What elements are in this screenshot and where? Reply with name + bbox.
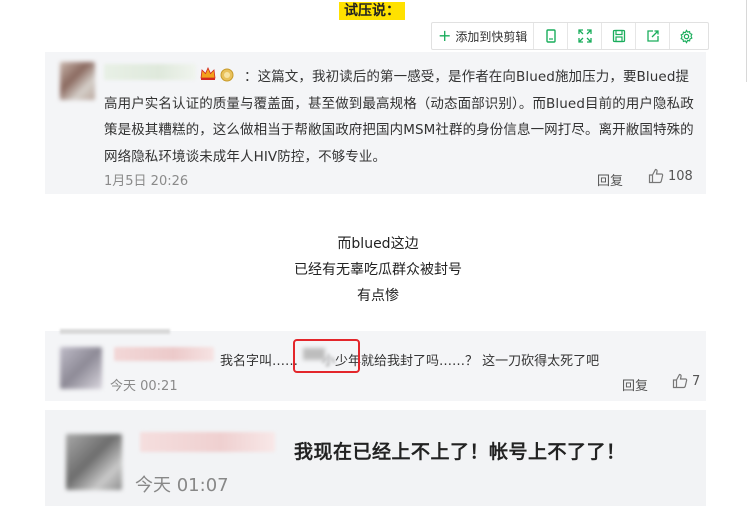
comment-2-like-button[interactable]: 7 xyxy=(672,373,700,389)
avatar xyxy=(66,434,122,490)
comment-2-body: 我名字叫…… 小少年就给我封了吗……？ 这一刀砍得太死了吧 xyxy=(220,350,599,369)
copy-page-button[interactable] xyxy=(534,23,569,49)
comment-1-body: ：这篇文，我初读后的第一感受，是作者在向Blued施加压力，要Blued提高用户… xyxy=(104,64,699,170)
copy-page-icon xyxy=(546,29,556,43)
comment-1-reply-button[interactable]: 回复 xyxy=(597,170,623,189)
settings-icon xyxy=(680,28,694,44)
comment-1-like-button[interactable]: 108 xyxy=(648,168,693,184)
caption-line-2: 已经有无辜吃瓜群众被封号 xyxy=(294,262,462,278)
section-heading: 试压说： xyxy=(339,2,405,20)
comment-2-like-count: 7 xyxy=(692,373,701,389)
window-edge-divider xyxy=(746,0,747,82)
avatar xyxy=(60,347,102,389)
comment-3-text: 我现在已经上不上了！帐号上不了了！ xyxy=(294,441,626,463)
add-to-quick-clip-label: 添加到快剪辑 xyxy=(455,29,528,44)
expand-button[interactable] xyxy=(568,23,603,49)
comment-2-text-before: 我名字叫…… xyxy=(220,354,299,369)
username-blurred xyxy=(140,432,275,452)
comment-1-text: ：这篇文，我初读后的第一感受，是作者在向Blued施加压力，要Blued提高用户… xyxy=(104,69,694,165)
quick-clip-toolbar: + 添加到快剪辑 xyxy=(431,22,709,50)
share-icon xyxy=(647,30,659,42)
blurred-name-fragment xyxy=(303,348,325,360)
comment-2-text-after: 少年就给我封了吗……？ 这一刀砍得太死了吧 xyxy=(335,354,600,369)
plus-icon: + xyxy=(438,26,452,45)
save-button[interactable] xyxy=(602,23,637,49)
comment-2-reply-button[interactable]: 回复 xyxy=(622,375,648,394)
expand-icon xyxy=(578,29,592,43)
thumbs-up-icon xyxy=(648,168,664,184)
save-icon xyxy=(612,29,626,43)
thumbs-up-icon xyxy=(672,373,688,389)
comment-2-time: 今天 00:21 xyxy=(110,379,178,394)
settings-button[interactable] xyxy=(670,23,703,49)
username-blurred xyxy=(114,347,214,361)
caption-line-1: 而blued这边 xyxy=(337,236,419,252)
avatar xyxy=(60,62,95,100)
caption-line-3: 有点惨 xyxy=(357,288,399,304)
comment-3-time: 今天 01:07 xyxy=(135,475,229,496)
share-button[interactable] xyxy=(636,23,671,49)
comment-1-like-count: 108 xyxy=(668,168,693,184)
add-to-quick-clip-button[interactable]: + 添加到快剪辑 xyxy=(432,23,535,49)
cropped-previous-line xyxy=(60,329,170,334)
comment-1-time: 1月5日 20:26 xyxy=(104,174,189,189)
